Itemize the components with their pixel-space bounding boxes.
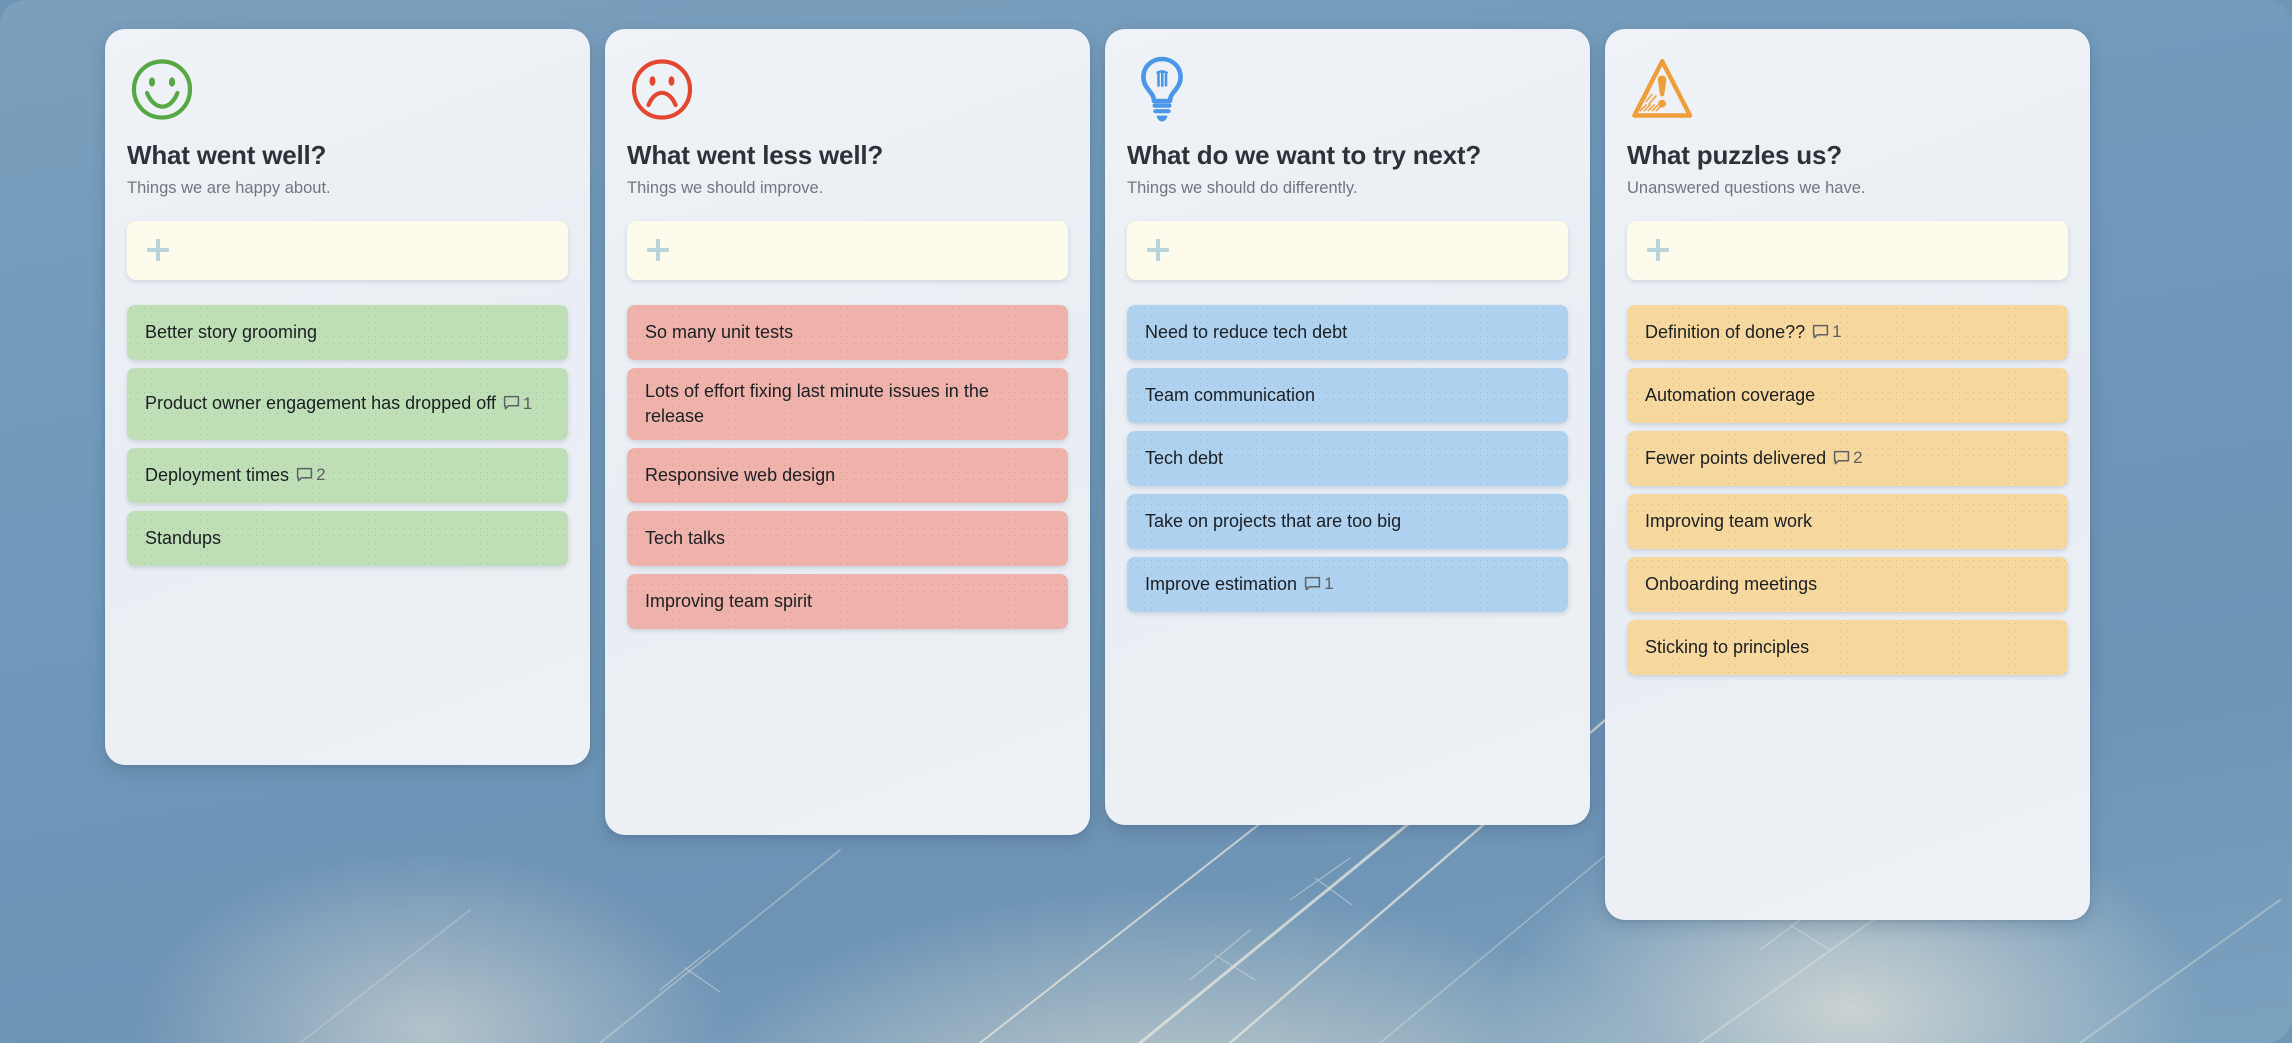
- column-what-puzzles-us: What puzzles us? Unanswered questions we …: [1605, 29, 2090, 920]
- plus-icon: [1647, 239, 1669, 262]
- note-card[interactable]: Improving team spirit: [627, 573, 1068, 629]
- note-text: Team communication: [1145, 384, 1316, 405]
- comment-count-value: 2: [1853, 448, 1863, 468]
- sad-face-icon: [631, 59, 693, 120]
- column-title: What went less well?: [627, 140, 884, 170]
- note-card[interactable]: Onboarding meetings: [1627, 556, 2068, 612]
- add-note-button[interactable]: [1627, 220, 2068, 280]
- add-note-button[interactable]: [127, 220, 568, 280]
- warning-triangle-icon: [1627, 55, 1697, 125]
- note-text: Onboarding meetings: [1645, 573, 1818, 594]
- warning-triangle-icon: [1632, 59, 1693, 118]
- note-card[interactable]: Automation coverage: [1627, 367, 2068, 423]
- comment-count[interactable]: 1: [503, 393, 532, 416]
- lightbulb-icon: [1141, 56, 1183, 122]
- note-text: Tech talks: [645, 527, 726, 548]
- note-list: Definition of done?? 1 Automation coverage…: [1627, 304, 2068, 683]
- note-card[interactable]: Tech debt: [1127, 430, 1568, 486]
- note-text: Improving team spirit: [645, 590, 813, 611]
- column-subtitle: Things we should do differently.: [1127, 178, 1358, 197]
- note-card[interactable]: Better story grooming: [127, 304, 568, 360]
- plus-icon: [147, 239, 169, 262]
- column-title: What went well?: [127, 140, 327, 170]
- note-text: Need to reduce tech debt: [1145, 321, 1348, 342]
- column-subtitle: Unanswered questions we have.: [1627, 178, 1866, 197]
- note-text: Improve estimation: [1145, 573, 1298, 594]
- comment-count-value: 1: [1324, 574, 1334, 594]
- comment-bubble-icon: [1812, 324, 1829, 339]
- column-what-went-well: What went well? Things we are happy about…: [105, 29, 590, 765]
- add-note-button[interactable]: [1127, 220, 1568, 280]
- column-title: What do we want to try next?: [1127, 140, 1482, 170]
- column-what-went-less-well: What went less well? Things we should imp…: [605, 29, 1090, 835]
- comment-count-value: 1: [522, 393, 533, 413]
- note-card[interactable]: Team communication: [1127, 367, 1568, 423]
- comment-count[interactable]: 2: [1833, 447, 1863, 470]
- note-card[interactable]: Improving team work: [1627, 493, 2068, 549]
- note-text: Deployment times: [145, 464, 290, 485]
- comment-count[interactable]: 2: [296, 464, 326, 487]
- comment-count-value: 2: [316, 465, 326, 485]
- note-text: So many unit tests: [645, 321, 794, 342]
- note-list: So many unit tests Lots of effort fixing …: [627, 304, 1068, 637]
- note-text: Sticking to principles: [1645, 636, 1810, 657]
- note-card[interactable]: Lots of effort fixing last minute issues…: [627, 367, 1068, 440]
- retrospective-board-app: What went well? Things we are happy about…: [0, 0, 2292, 1043]
- note-text: Improving team work: [1645, 510, 1813, 531]
- note-card[interactable]: Take on projects that are too big: [1127, 493, 1568, 549]
- note-text: Fewer points delivered: [1645, 447, 1827, 468]
- note-card[interactable]: Improve estimation 1: [1127, 556, 1568, 612]
- note-text: Automation coverage: [1645, 384, 1816, 405]
- column-subtitle: Things we should improve.: [627, 178, 824, 197]
- note-card[interactable]: Definition of done?? 1: [1627, 304, 2068, 360]
- note-text: Responsive web design: [645, 464, 836, 485]
- note-card[interactable]: Standups: [127, 510, 568, 566]
- note-card[interactable]: Tech talks: [627, 510, 1068, 566]
- comment-bubble-icon: [1833, 450, 1850, 465]
- comment-bubble-icon: [503, 396, 520, 410]
- note-card[interactable]: Deployment times 2: [127, 447, 568, 503]
- note-text: Better story grooming: [145, 321, 318, 342]
- plus-icon: [647, 239, 669, 262]
- add-note-button[interactable]: [627, 220, 1068, 280]
- note-card[interactable]: Fewer points delivered 2: [1627, 430, 2068, 486]
- note-text: Standups: [145, 527, 222, 548]
- comment-bubble-icon: [1304, 576, 1321, 591]
- comment-count-value: 1: [1832, 322, 1842, 342]
- note-card[interactable]: Responsive web design: [627, 447, 1068, 503]
- note-text: Definition of done??: [1645, 321, 1806, 342]
- board-columns: What went well? Things we are happy about…: [0, 0, 2292, 1043]
- note-card[interactable]: Sticking to principles: [1627, 619, 2068, 675]
- note-list: Need to reduce tech debt Team communicati…: [1127, 304, 1568, 620]
- comment-count[interactable]: 1: [1304, 573, 1334, 596]
- note-text: Take on projects that are too big: [1145, 510, 1402, 531]
- note-card[interactable]: Product owner engagement has dropped off…: [127, 367, 568, 440]
- note-card[interactable]: So many unit tests: [627, 304, 1068, 360]
- comment-count[interactable]: 1: [1812, 321, 1842, 344]
- smiley-face-icon: [131, 59, 193, 120]
- note-list: Better story grooming Product owner engag…: [127, 304, 568, 574]
- note-text: Tech debt: [1145, 447, 1224, 468]
- note-text: Product owner engagement has dropped off: [145, 393, 496, 414]
- column-subtitle: Things we are happy about.: [127, 178, 331, 197]
- note-card[interactable]: Need to reduce tech debt: [1127, 304, 1568, 360]
- column-title: What puzzles us?: [1627, 140, 1842, 170]
- sad-face-icon: [627, 55, 697, 125]
- plus-icon: [1147, 239, 1169, 262]
- comment-bubble-icon: [296, 467, 313, 482]
- note-text: Lots of effort fixing last minute issues…: [645, 381, 989, 426]
- smiley-face-icon: [127, 55, 197, 125]
- column-what-do-we-want-to-try-next: What do we want to try next? Things we sh…: [1105, 29, 1590, 825]
- lightbulb-icon: [1127, 55, 1197, 125]
